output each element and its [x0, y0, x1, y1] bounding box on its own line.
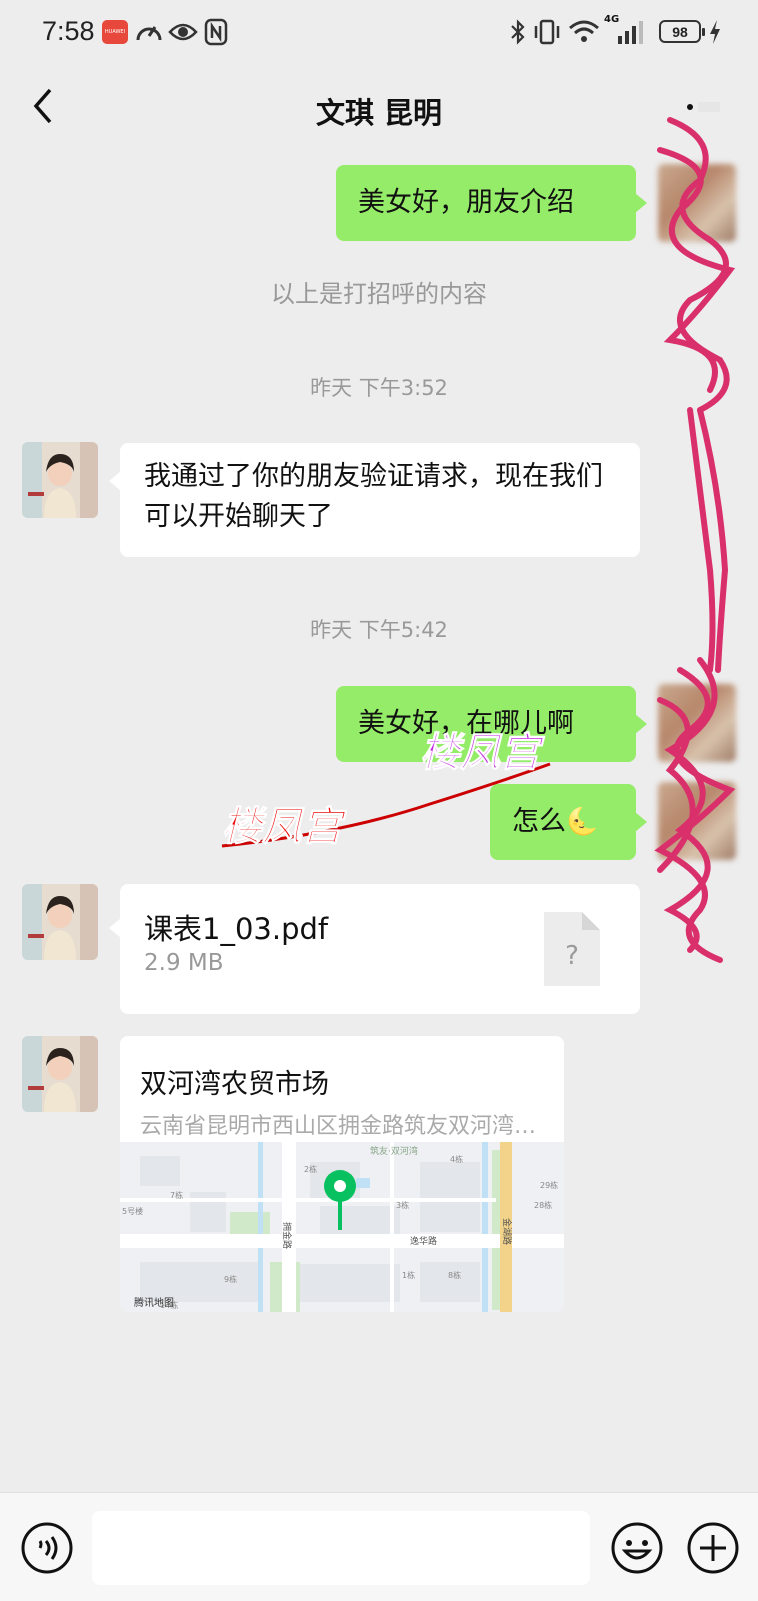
charging-icon	[710, 20, 720, 44]
message-text: 美女好，朋友介绍	[358, 187, 574, 218]
map-label: 29栋	[540, 1180, 558, 1190]
map-label: 2栋	[304, 1164, 317, 1174]
message-bubble-received[interactable]: 我通过了你的朋友验证请求，现在我们可以开始聊天了	[109, 443, 640, 557]
location-message[interactable]: 双河湾农贸市场 云南省昆明市西山区拥金路筑友双河湾… 逸华路 拥金路 金湖路 筑…	[120, 1036, 564, 1312]
location-title: 双河湾农贸市场	[140, 1069, 329, 1100]
map-label: 逸华路	[410, 1235, 437, 1247]
wifi-icon	[569, 20, 599, 42]
location-address: 云南省昆明市西山区拥金路筑友双河湾…	[140, 1114, 537, 1139]
avatar[interactable]	[22, 1036, 98, 1112]
file-name: 课表1_03.pdf	[144, 912, 329, 946]
vibrate-icon	[534, 19, 560, 45]
map-label: 4栋	[450, 1154, 463, 1164]
plus-icon[interactable]	[686, 1521, 740, 1575]
map-brand: 腾讯地图	[134, 1296, 174, 1309]
map-label: 1栋	[402, 1270, 415, 1280]
message-input[interactable]	[92, 1511, 590, 1585]
huawei-app-icon: HUAWEI	[102, 20, 128, 44]
nfc-icon	[204, 18, 228, 46]
bluetooth-icon	[511, 19, 525, 45]
avatar[interactable]	[22, 442, 98, 518]
map-label: 金湖路	[501, 1218, 513, 1245]
map-label: 筑友·双河湾	[370, 1145, 418, 1157]
signal-icon	[618, 21, 643, 44]
emoji-icon[interactable]	[610, 1521, 664, 1575]
status-time: 7:58	[42, 16, 95, 46]
map-label: 拥金路	[281, 1222, 293, 1249]
redaction-scribble	[654, 117, 736, 963]
avatar[interactable]	[22, 884, 98, 960]
map-label: 8栋	[448, 1270, 461, 1280]
map-label: 5号楼	[122, 1206, 143, 1216]
file-icon: ?	[544, 912, 600, 986]
battery-indicator: 98	[659, 20, 705, 43]
voice-icon[interactable]	[20, 1521, 74, 1575]
watermark-text: 楼凤宫	[222, 804, 347, 850]
moon-emoji: 🌜	[566, 807, 599, 837]
file-icon-mark: ?	[565, 941, 579, 971]
map-label: 28栋	[534, 1200, 552, 1210]
file-size: 2.9 MB	[144, 950, 224, 976]
location-map[interactable]: 逸华路 拥金路 金湖路 筑友·双河湾 2栋 4栋 7栋 3栋 1栋 8栋 29栋…	[120, 1142, 564, 1312]
map-label: 9栋	[224, 1274, 237, 1284]
status-bar: 7:58 HUAWEI 4G 98	[0, 0, 758, 64]
message-text: 我通过了你的朋友验证请求，现在我们可以开始聊天了	[144, 461, 603, 532]
map-label: 3栋	[396, 1200, 409, 1210]
speedometer-icon	[136, 26, 162, 41]
watermark-layer: 楼凤宫 楼凤宫	[222, 730, 551, 851]
eye-icon	[168, 23, 198, 41]
message-bubble-sent[interactable]: 美女好，朋友介绍	[336, 165, 647, 241]
map-label: 7栋	[170, 1190, 183, 1200]
file-message[interactable]: 课表1_03.pdf 2.9 MB ?	[109, 884, 640, 1014]
watermark-text: 楼凤宫	[420, 730, 545, 776]
input-bar	[0, 1492, 758, 1601]
